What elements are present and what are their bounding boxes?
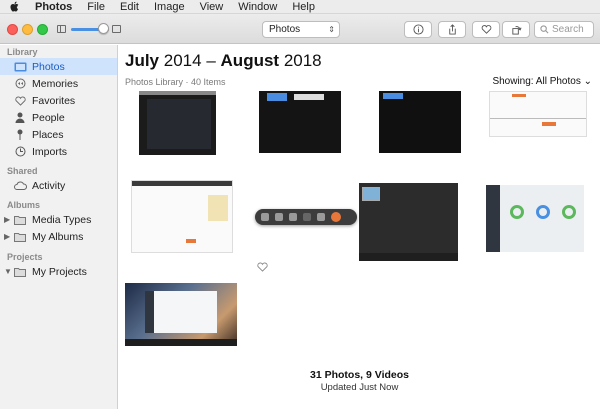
shared-heading: Shared [7,166,38,176]
sidebar-item-activity[interactable]: Activity [0,177,117,194]
photo-thumbnail[interactable] [489,91,587,137]
photos-icon [13,61,27,73]
view-popup[interactable]: Photos ⇕ [262,21,340,38]
sidebar-item-label: People [32,111,65,124]
disclosure-triangle-icon[interactable]: ▼ [4,267,12,276]
showing-filter-label: Showing: All Photos [492,76,581,87]
folder-icon [13,214,27,226]
sidebar-item-label: Places [32,128,64,141]
sidebar-item-label: Photos [32,60,65,73]
sidebar-item-label: Media Types [32,213,92,226]
footer-count: 31 Photos, 9 Videos [309,369,409,381]
projects-heading: Projects [7,252,43,262]
rotate-button[interactable] [502,21,530,38]
photo-thumbnail[interactable] [139,91,216,155]
zoom-slider-knob[interactable] [98,23,109,34]
info-button[interactable] [404,21,432,38]
library-heading: Library [7,47,38,57]
share-icon [448,24,456,35]
search-input[interactable]: Search [534,21,594,38]
app-name-menu[interactable]: Photos [35,1,72,13]
sidebar-item-label: Favorites [32,94,76,107]
rotate-icon [511,26,522,35]
sidebar-item-memories[interactable]: Memories [0,75,117,92]
cloud-icon [13,180,27,192]
photo-thumbnail[interactable] [379,91,461,153]
video-thumbnail[interactable] [359,183,458,261]
photo-thumbnail[interactable] [486,185,584,252]
close-window-button[interactable] [7,24,18,35]
sidebar-item-label: My Projects [32,265,87,278]
updown-chevron-icon: ⇕ [328,25,335,34]
page-title: July 2014 – August 2018 [125,51,322,71]
sidebar-item-people[interactable]: People [0,109,117,126]
favorite-button[interactable] [472,21,500,38]
person-icon [13,112,27,124]
zoom-window-button[interactable] [37,24,48,35]
sidebar-item-media-types[interactable]: ▶ Media Types [0,211,117,228]
sidebar-item-imports[interactable]: Imports [0,143,117,160]
pin-icon [13,129,27,141]
window-menu[interactable]: Window [238,1,277,13]
photo-thumbnail[interactable] [131,180,233,253]
toolbar: Photos ⇕ Search [0,14,600,44]
sidebar-toggle-icon[interactable] [57,25,66,33]
help-menu[interactable]: Help [292,1,315,13]
chevron-down-icon: ⌄ [583,76,592,87]
clock-icon [13,146,27,158]
sidebar-item-label: Activity [32,179,66,192]
photo-thumbnail[interactable] [259,91,341,153]
menu-bar: Photos File Edit Image View Window Help [0,0,600,14]
file-menu[interactable]: File [87,1,105,13]
showing-filter-dropdown[interactable]: Showing: All Photos ⌄ [492,76,592,87]
sidebar-item-label: My Albums [32,230,84,243]
edit-menu[interactable]: Edit [120,1,139,13]
minimize-window-button[interactable] [22,24,33,35]
edit-orange-button[interactable] [331,212,341,222]
title-month-start: July [125,51,160,70]
sidebar: Library Photos Memories Favorites People… [0,45,118,409]
sidebar-item-favorites[interactable]: Favorites [0,92,117,109]
search-placeholder: Search [552,24,584,35]
footer-updated-status: Updated Just Now [320,382,399,393]
heart-icon[interactable] [257,262,268,275]
title-year-start: 2014 [163,51,202,70]
folder-icon [13,231,27,243]
sidebar-item-photos[interactable]: Photos [0,58,117,75]
memories-icon [13,78,27,90]
heart-icon [13,95,27,107]
view-popup-label: Photos [269,24,301,35]
albums-heading: Albums [7,200,41,210]
sidebar-item-my-projects[interactable]: ▼ My Projects [0,263,117,280]
view-menu[interactable]: View [200,1,224,13]
folder-icon [13,266,27,278]
large-thumbnail-icon [112,25,121,33]
sidebar-item-label: Memories [32,77,79,90]
image-menu[interactable]: Image [154,1,185,13]
title-year-end: 2018 [283,51,322,70]
info-icon [412,24,424,35]
photo-thumbnail[interactable] [125,283,237,346]
sidebar-item-places[interactable]: Places [0,126,117,143]
sidebar-item-label: Imports [32,145,68,158]
search-icon [540,25,549,34]
share-button[interactable] [438,21,466,38]
sidebar-item-my-albums[interactable]: ▶ My Albums [0,228,117,245]
disclosure-triangle-icon[interactable]: ▶ [4,215,10,224]
disclosure-triangle-icon[interactable]: ▶ [4,232,10,241]
video-edit-toolbar[interactable] [255,209,357,225]
photo-grid-area: July 2014 – August 2018 Photos Library ·… [119,45,600,409]
title-dash: – [206,51,216,70]
library-item-count: Photos Library · 40 Items [125,77,226,87]
title-month-end: August [220,51,280,70]
apple-menu-icon[interactable] [10,1,20,12]
heart-icon [481,25,491,34]
